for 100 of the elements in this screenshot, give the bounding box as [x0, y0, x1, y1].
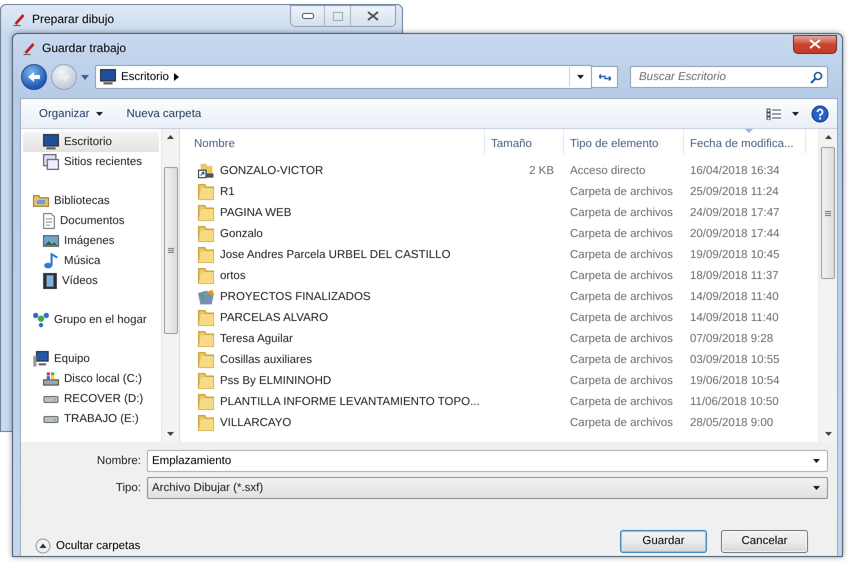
computer-icon: [33, 351, 49, 367]
nav-item[interactable]: Documentos: [23, 211, 159, 231]
nav-item[interactable]: Música: [23, 251, 159, 271]
folder-icon: [198, 310, 214, 326]
nav-item[interactable]: Vídeos: [23, 271, 159, 291]
folder-icon: [198, 352, 214, 368]
monitor-icon: [100, 69, 116, 85]
file-type: Carpeta de archivos: [569, 248, 674, 260]
scrollbar[interactable]: [161, 129, 179, 442]
nav-item[interactable]: Disco local (C:): [23, 369, 159, 389]
file-date: 19/09/2018 10:45: [689, 248, 781, 260]
file-name[interactable]: Gonzalo: [220, 228, 263, 240]
hide-folders-button[interactable]: Ocultar carpetas: [33, 536, 142, 556]
file-date: 14/09/2018 11:40: [689, 290, 780, 302]
breadcrumb[interactable]: Escritorio: [96, 67, 183, 87]
folder-icon: [198, 372, 214, 388]
caret-icon: [792, 112, 799, 116]
file-name[interactable]: ortos: [220, 270, 246, 282]
document-icon: [43, 213, 55, 229]
file-name[interactable]: GONZALO-VICTOR: [220, 164, 324, 176]
file-name[interactable]: PLANTILLA INFORME LEVANTAMIENTO TOPO...: [220, 396, 480, 408]
minimize-icon: [302, 13, 314, 19]
file-name[interactable]: Cosillas auxiliares: [220, 354, 312, 366]
save-button[interactable]: Guardar: [620, 530, 707, 552]
caret-icon[interactable]: [81, 74, 89, 80]
scroll-down-icon[interactable]: [824, 432, 832, 436]
filename-box[interactable]: Emplazamiento: [147, 450, 828, 472]
nav-item[interactable]: Sitios recientes: [23, 152, 159, 172]
file-type: Carpeta de archivos: [569, 354, 674, 366]
nav-item[interactable]: Equipo: [23, 349, 159, 369]
caret-icon: [813, 486, 820, 490]
type-dropdown[interactable]: Archivo Dibujar (*.sxf): [147, 477, 828, 499]
nav-item[interactable]: Bibliotecas: [23, 191, 159, 211]
nav-item[interactable]: RECOVER (D:): [23, 389, 159, 409]
scroll-up-icon[interactable]: [824, 135, 832, 139]
hard-drive-icon: [43, 416, 59, 422]
file-name[interactable]: R1: [220, 186, 235, 198]
file-type: Carpeta de archivos: [569, 228, 674, 240]
search-box[interactable]: Buscar Escritorio: [630, 66, 828, 88]
file-type: Carpeta de archivos: [569, 374, 674, 386]
sort-arrow-icon: [744, 129, 752, 133]
recent-places-icon: [43, 154, 59, 170]
caret-icon: [812, 459, 820, 463]
file-type: Carpeta de archivos: [569, 312, 674, 324]
address-bar[interactable]: Escritorio: [95, 65, 592, 89]
folder-icon: [198, 414, 214, 430]
maximize-icon: [332, 12, 342, 20]
file-name[interactable]: Pss By ELMININOHD: [220, 374, 332, 386]
filename-field[interactable]: Emplazamiento: [152, 455, 805, 467]
folder-icon: [198, 226, 214, 242]
file-date: 14/09/2018 11:40: [689, 312, 780, 324]
hard-drive-icon: [43, 396, 59, 402]
file-type: Carpeta de archivos: [569, 206, 674, 218]
back-button[interactable]: [21, 64, 47, 90]
nav-item[interactable]: Imágenes: [23, 231, 159, 251]
file-type: Acceso directo: [569, 164, 646, 176]
file-type: Carpeta de archivos: [569, 332, 674, 344]
file-date: 28/05/2018 9:00: [689, 416, 774, 428]
shortcut-icon: [198, 162, 214, 178]
close-button[interactable]: [351, 6, 395, 26]
file-date: 03/09/2018 10:55: [689, 354, 781, 366]
nav-item[interactable]: TRABAJO (E:): [23, 409, 159, 429]
scrollbar-thumb[interactable]: [164, 167, 178, 334]
refresh-button[interactable]: [592, 66, 618, 88]
field-label: Tipo:: [114, 482, 141, 494]
nav-item[interactable]: Grupo en el hogar: [23, 310, 159, 330]
scrollbar-thumb[interactable]: [821, 147, 835, 279]
file-name[interactable]: PARCELAS ALVARO: [220, 312, 328, 324]
folder-icon: [198, 288, 214, 304]
file-date: 16/04/2018 16:34: [689, 164, 781, 176]
caret-icon: [96, 112, 102, 116]
file-name[interactable]: PROYECTOS FINALIZADOS: [220, 290, 371, 302]
file-date: 18/09/2018 11:37: [689, 270, 780, 282]
close-button[interactable]: [793, 34, 837, 54]
scrollbar[interactable]: [818, 129, 837, 442]
window-title: Guardar trabajo: [42, 41, 128, 55]
search-icon: [810, 70, 823, 84]
music-note-icon: [43, 253, 59, 269]
left-arrow-icon: [28, 72, 40, 82]
right-arrow-icon: [58, 72, 70, 82]
file-type: Carpeta de archivos: [569, 396, 674, 408]
monitor-icon: [43, 134, 59, 150]
minimize-button[interactable]: [291, 6, 325, 26]
file-name[interactable]: Teresa Aguilar: [220, 332, 293, 344]
grip-icon: [168, 248, 174, 253]
file-name[interactable]: VILLARCAYO: [220, 416, 292, 428]
file-name[interactable]: Jose Andres Parcela URBEL DEL CASTILLO: [220, 248, 451, 260]
homegroup-icon: [33, 312, 49, 328]
scroll-up-icon[interactable]: [167, 135, 174, 139]
file-date: 20/09/2018 17:44: [689, 228, 781, 240]
cancel-button[interactable]: Cancelar: [721, 530, 808, 552]
file-date: 11/06/2018 10:50: [689, 396, 780, 408]
menu-button[interactable]: Organizar: [31, 104, 110, 122]
file-name[interactable]: PAGINA WEB: [220, 206, 292, 218]
file-type: Carpeta de archivos: [569, 290, 674, 302]
file-date: 24/09/2018 17:47: [689, 206, 781, 218]
file-date: 25/09/2018 11:24: [689, 186, 780, 198]
toolbar-button[interactable]: Nueva carpeta: [118, 104, 210, 122]
help-icon[interactable]: [811, 104, 829, 122]
nav-item[interactable]: Escritorio: [23, 132, 159, 152]
